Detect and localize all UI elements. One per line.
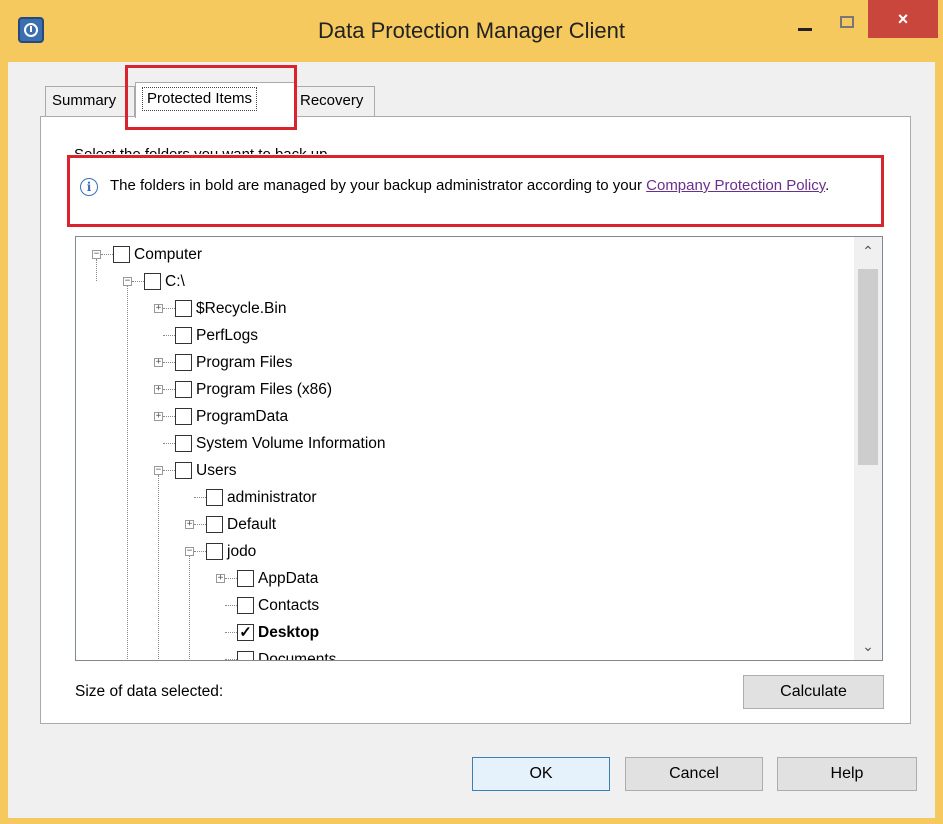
tree-item-label: System Volume Information: [196, 435, 386, 452]
tree-item[interactable]: ✓ Desktop: [76, 619, 836, 646]
tree-item[interactable]: + AppData: [76, 565, 836, 592]
tree-item-label: Program Files: [196, 354, 293, 371]
tree-item-checkbox[interactable]: [175, 354, 192, 371]
tree-item-checkbox[interactable]: [206, 489, 223, 506]
tree-item-checkbox[interactable]: [206, 516, 223, 533]
tree-item-checkbox[interactable]: [237, 570, 254, 587]
collapse-icon[interactable]: −: [185, 547, 194, 556]
size-of-data-label: Size of data selected:: [75, 683, 224, 700]
tree-item-label: jodo: [227, 543, 257, 560]
dpm-client-window: Data Protection Manager Client × Summary…: [0, 0, 943, 824]
title-bar: Data Protection Manager Client ×: [0, 0, 943, 62]
tree-item-label: Default: [227, 516, 277, 533]
tree-item-label: ProgramData: [196, 408, 289, 425]
calculate-button[interactable]: Calculate: [743, 675, 884, 709]
tree-item-checkbox[interactable]: [113, 246, 130, 263]
tree-item[interactable]: − Users: [76, 457, 836, 484]
tree-item[interactable]: System Volume Information: [76, 430, 836, 457]
maximize-icon: [840, 16, 854, 28]
tab-summary-label: Summary: [52, 92, 117, 109]
tree-item[interactable]: + Default: [76, 511, 836, 538]
tree-item-label: Documents: [258, 651, 337, 661]
tree-item-label: PerfLogs: [196, 327, 259, 344]
tree-item-label: administrator: [227, 489, 317, 506]
tree-item[interactable]: + Program Files (x86): [76, 376, 836, 403]
expand-icon[interactable]: +: [154, 385, 163, 394]
tree-item-checkbox[interactable]: [175, 300, 192, 317]
tree-item-checkbox[interactable]: [237, 651, 254, 660]
close-icon: ×: [897, 9, 909, 29]
collapse-icon[interactable]: −: [123, 277, 132, 286]
tab-recovery-label: Recovery: [300, 92, 364, 109]
ok-button[interactable]: OK: [472, 757, 610, 791]
tree-item-checkbox[interactable]: [175, 381, 192, 398]
scroll-up-icon[interactable]: ⌃: [854, 239, 882, 263]
tree-item-checkbox[interactable]: [237, 597, 254, 614]
tree-item[interactable]: − Computer: [76, 241, 836, 268]
tree-item-label: Desktop: [258, 624, 320, 641]
minimize-button[interactable]: [788, 8, 824, 38]
expand-icon[interactable]: +: [154, 412, 163, 421]
tree-item-checkbox[interactable]: [175, 462, 192, 479]
close-button[interactable]: ×: [868, 0, 938, 38]
help-button[interactable]: Help: [777, 757, 917, 791]
scroll-down-icon[interactable]: ⌄: [854, 634, 882, 658]
expand-icon[interactable]: +: [216, 574, 225, 583]
maximize-button[interactable]: [830, 8, 866, 38]
tree-item[interactable]: Contacts: [76, 592, 836, 619]
tree-item-label: Computer: [134, 246, 203, 263]
expand-icon[interactable]: +: [185, 520, 194, 529]
tree-item-checkbox[interactable]: [144, 273, 161, 290]
highlight-box-tab: [125, 65, 297, 130]
tree-item-label: AppData: [258, 570, 319, 587]
cancel-button[interactable]: Cancel: [625, 757, 763, 791]
tree-item-checkbox[interactable]: [175, 327, 192, 344]
tree-item[interactable]: − jodo: [76, 538, 836, 565]
collapse-icon[interactable]: −: [92, 250, 101, 259]
tree-item-checkbox[interactable]: ✓: [237, 624, 254, 641]
minimize-icon: [798, 28, 812, 31]
tree-item[interactable]: + ProgramData: [76, 403, 836, 430]
tree-item[interactable]: Documents: [76, 646, 836, 661]
tree-item-checkbox[interactable]: [175, 408, 192, 425]
tree-item[interactable]: + $Recycle.Bin: [76, 295, 836, 322]
tab-summary[interactable]: Summary: [45, 86, 135, 116]
folder-tree[interactable]: − Computer − C:\ + $Recycle.Bin PerfLogs + Progr…: [75, 236, 883, 661]
tree-item[interactable]: administrator: [76, 484, 836, 511]
tree-item[interactable]: − C:\: [76, 268, 836, 295]
tree-item-label: Contacts: [258, 597, 320, 614]
highlight-box-info: [67, 155, 884, 227]
expand-icon[interactable]: +: [154, 304, 163, 313]
collapse-icon[interactable]: −: [154, 466, 163, 475]
expand-icon[interactable]: +: [154, 358, 163, 367]
tree-item[interactable]: + Program Files: [76, 349, 836, 376]
tree-item-checkbox[interactable]: [206, 543, 223, 560]
tree-item-label: Users: [196, 462, 237, 479]
tree-item-checkbox[interactable]: [175, 435, 192, 452]
tree-item-label: Program Files (x86): [196, 381, 333, 398]
tree-item-label: C:\: [165, 273, 185, 290]
scroll-thumb[interactable]: [858, 269, 878, 465]
tab-recovery[interactable]: Recovery: [293, 86, 375, 116]
tree-item[interactable]: PerfLogs: [76, 322, 836, 349]
tree-scrollbar[interactable]: ⌃ ⌄: [854, 237, 882, 660]
tree-item-label: $Recycle.Bin: [196, 300, 287, 317]
instruction-text: Select the folders you want to back up: [74, 144, 327, 154]
